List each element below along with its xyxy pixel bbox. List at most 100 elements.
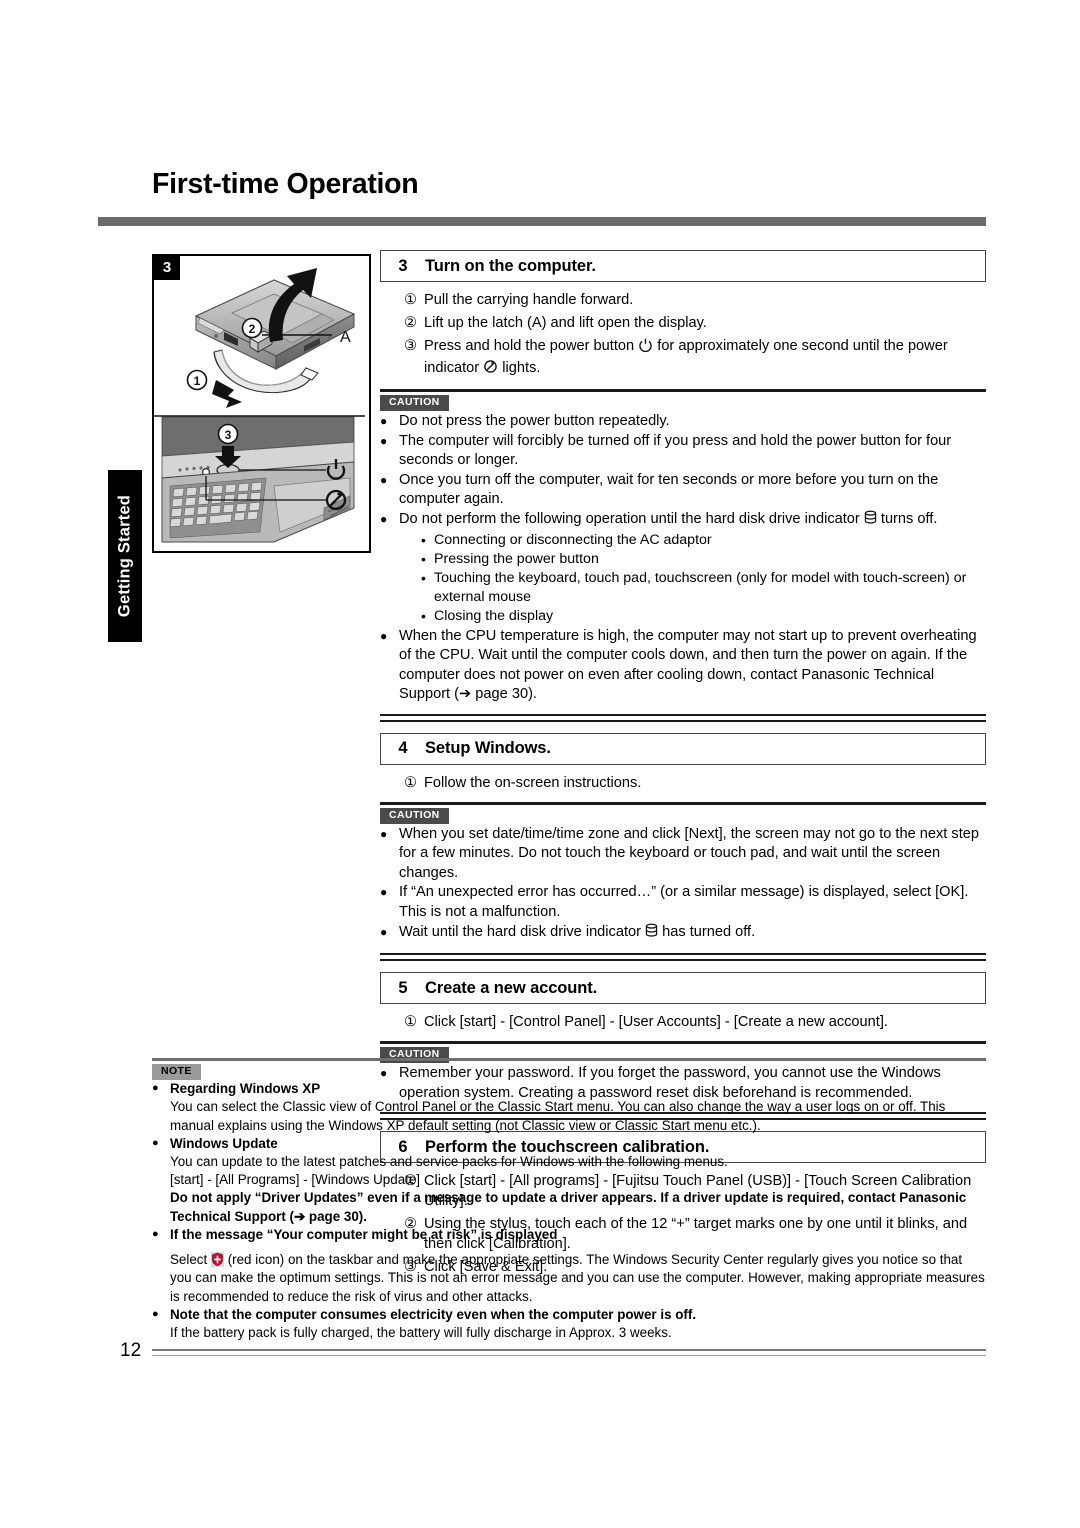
bullet-icon: ● — [380, 511, 388, 526]
item-text-before: Press and hold the power button — [424, 337, 635, 354]
svg-text:3: 3 — [225, 428, 232, 442]
note-block: NOTE ● Regarding Windows XP You can sele… — [152, 1058, 986, 1357]
sub-text: Closing the display — [434, 608, 554, 625]
sub-text: Touching the keyboard, touch pad, touchs… — [434, 570, 967, 606]
svg-text:1: 1 — [194, 374, 201, 388]
power-indicator-icon — [483, 359, 498, 381]
note-entry: ● Note that the computer consumes electr… — [152, 1306, 986, 1342]
step-title: Create a new account. — [425, 978, 598, 997]
step-4-items: ① Follow the on-screen instructions. — [380, 774, 986, 794]
list-item: • Closing the display — [421, 607, 986, 626]
note-entries: ● Regarding Windows XP You can select th… — [152, 1080, 986, 1342]
bullet-icon: ● — [380, 628, 388, 643]
note-rule-bottom — [152, 1349, 986, 1357]
caution-text-after: has turned off. — [662, 923, 756, 940]
page-number: 12 — [120, 1340, 142, 1361]
item-marker: ① — [404, 774, 418, 791]
item-text: Press and hold the power button for appr… — [424, 337, 986, 381]
bullet-icon: ● — [380, 924, 388, 939]
note-heading-row: ● Note that the computer consumes electr… — [152, 1306, 986, 1324]
list-item: ● If “An unexpected error has occurred…”… — [380, 883, 986, 922]
sub-bullet-icon: • — [421, 532, 426, 549]
step-number: 5 — [398, 978, 408, 997]
step-number: 3 — [398, 256, 408, 275]
note-body-before: Select — [170, 1252, 208, 1268]
step-3-items: ① Pull the carrying handle forward. ② Li… — [380, 291, 986, 381]
list-item: ● When you set date/time/time zone and c… — [380, 825, 986, 884]
caution-text: The computer will forcibly be turned off… — [399, 432, 952, 469]
step-3-cautions: ● Do not press the power button repeated… — [380, 412, 986, 705]
caution-text-before: Wait until the hard disk drive indicator — [399, 923, 641, 940]
list-item: ① Pull the carrying handle forward. — [380, 291, 986, 311]
step-header-3: 3 Turn on the computer. — [380, 250, 986, 282]
list-item: • Touching the keyboard, touch pad, touch… — [421, 569, 986, 607]
caution-text: When the CPU temperature is high, the co… — [399, 627, 977, 703]
step-title: Turn on the computer. — [425, 256, 596, 275]
item-text: Lift up the latch (A) and lift open the … — [424, 314, 707, 331]
section-divider — [380, 713, 986, 722]
note-body: You can select the Classic view of Contr… — [170, 1099, 946, 1133]
item-marker: ③ — [404, 337, 418, 354]
bullet-icon: ● — [152, 1227, 159, 1240]
laptop-illustration-svg: 2 A 1 3 — [154, 268, 365, 547]
note-body: Select (red icon) on the taskbar and mak… — [152, 1251, 986, 1306]
list-item: • Connecting or disconnecting the AC adap… — [421, 531, 986, 550]
bullet-icon: ● — [152, 1136, 159, 1149]
caution-badge: CAUTION — [380, 394, 449, 412]
item-marker: ② — [404, 314, 418, 331]
bullet-icon: ● — [152, 1082, 159, 1095]
list-item: ② Lift up the latch (A) and lift open th… — [380, 314, 986, 334]
bullet-icon: ● — [380, 433, 388, 448]
note-heading-row: ● If the message “Your computer might be… — [152, 1226, 986, 1244]
note-rule — [152, 1058, 986, 1061]
caution-text-after: turns off. — [880, 510, 938, 527]
caution-text: Once you turn off the computer, wait for… — [399, 471, 939, 508]
note-heading-row: ● Windows Update — [152, 1135, 986, 1153]
sub-bullet-icon: • — [421, 551, 426, 568]
item-text: Pull the carrying handle forward. — [424, 292, 634, 308]
header-rule — [98, 217, 986, 226]
item-text-after: lights. — [502, 359, 541, 376]
note-body: If the battery pack is fully charged, th… — [170, 1324, 672, 1340]
sub-text: Pressing the power button — [434, 551, 599, 568]
list-item: ● Do not perform the following operation… — [380, 510, 986, 627]
power-button-icon — [638, 337, 653, 359]
caution-rule — [380, 801, 986, 805]
illustration-panel-number: 3 — [154, 256, 180, 280]
hard-disk-drive-icon — [645, 923, 658, 945]
note-heading-row: ● Regarding Windows XP — [152, 1080, 986, 1098]
step-number: 4 — [398, 739, 408, 758]
caution-text: When you set date/time/time zone and cli… — [399, 825, 979, 881]
step-5-items: ① Click [start] - [Control Panel] - [Use… — [380, 1013, 986, 1033]
note-badge: NOTE — [152, 1064, 201, 1081]
item-text: Follow the on-screen instructions. — [424, 774, 642, 791]
note-entry: ● Regarding Windows XP You can select th… — [152, 1080, 986, 1135]
step-title: Setup Windows. — [425, 739, 551, 758]
manual-page: First-time Operation Getting Started 3 2… — [0, 0, 1080, 1528]
note-body-warning: Do not apply “Driver Updates” even if a … — [170, 1190, 967, 1224]
caution-rule — [380, 388, 986, 392]
svg-text:2: 2 — [249, 322, 256, 336]
list-item: ● When the CPU temperature is high, the … — [380, 627, 986, 705]
bullet-icon: ● — [380, 414, 388, 429]
note-heading: Note that the computer consumes electric… — [170, 1306, 697, 1322]
item-marker: ① — [404, 292, 418, 308]
step-4-cautions: ● When you set date/time/time zone and c… — [380, 825, 986, 944]
page-title: First-time Operation — [152, 168, 419, 200]
bullet-icon: ● — [152, 1307, 159, 1320]
bullet-icon: ● — [380, 826, 388, 841]
note-heading: If the message “Your computer might be a… — [170, 1226, 558, 1242]
list-item: ③ Press and hold the power button for ap… — [380, 337, 986, 381]
note-body-after: (red icon) on the taskbar and make the a… — [170, 1252, 985, 1304]
sub-bullet-icon: • — [421, 608, 426, 625]
section-divider — [380, 953, 986, 962]
note-body: You can update to the latest patches and… — [170, 1154, 728, 1169]
illustration-panel: 3 2 A 1 3 — [152, 254, 371, 553]
note-body-menu-path: [start] - [All Programs] - [Windows Upda… — [170, 1172, 421, 1188]
caution-badge: CAUTION — [380, 807, 449, 824]
step-header-4: 4 Setup Windows. — [380, 732, 986, 765]
list-item: • Pressing the power button — [421, 550, 986, 569]
caution-text-before: Do not perform the following operation u… — [399, 510, 860, 527]
note-heading: Windows Update — [170, 1135, 278, 1151]
list-item: ● Wait until the hard disk drive indicat… — [380, 923, 986, 945]
